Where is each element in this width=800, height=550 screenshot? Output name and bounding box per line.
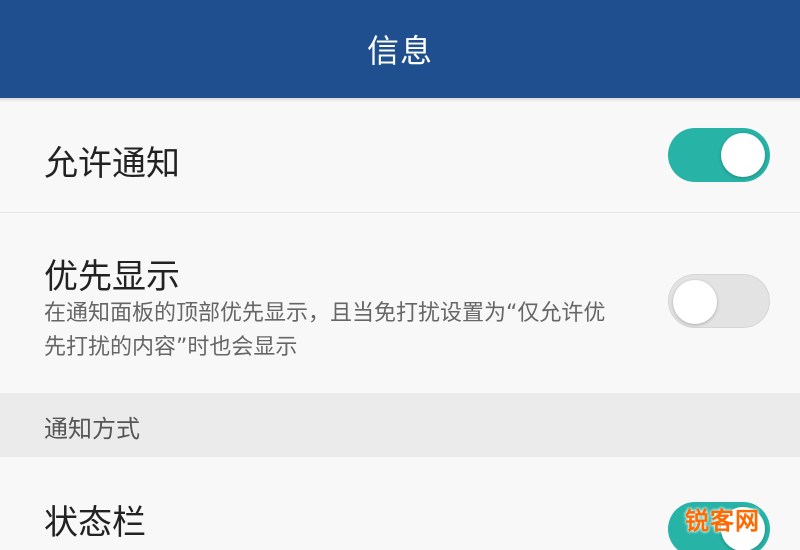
setting-description-priority-display: 在通知面板的顶部优先显示，且当免打扰设置为“仅允许优先打扰的内容”时也会显示 bbox=[44, 301, 606, 360]
toggle-knob bbox=[721, 133, 765, 177]
settings-screen: 信息 允许通知 优先显示 在通知面板的顶部优先显示，且当免打扰设置为“仅允许优先… bbox=[0, 0, 800, 550]
priority-display-toggle[interactable] bbox=[668, 274, 770, 328]
watermark-logo: 锐客网 bbox=[685, 507, 760, 535]
setting-label-status-bar: 状态栏 bbox=[44, 503, 146, 543]
allow-notifications-toggle[interactable] bbox=[668, 128, 770, 182]
setting-label-allow-notifications: 允许通知 bbox=[44, 144, 180, 184]
setting-row-allow-notifications[interactable]: 允许通知 bbox=[0, 102, 800, 212]
toggle-knob bbox=[673, 280, 717, 324]
page-title: 信息 bbox=[366, 32, 433, 70]
setting-label-priority-display: 优先显示 bbox=[44, 257, 180, 297]
section-title: 通知方式 bbox=[44, 415, 140, 443]
app-bar: 信息 bbox=[0, 0, 800, 102]
section-header-notification-method: 通知方式 bbox=[0, 393, 800, 457]
